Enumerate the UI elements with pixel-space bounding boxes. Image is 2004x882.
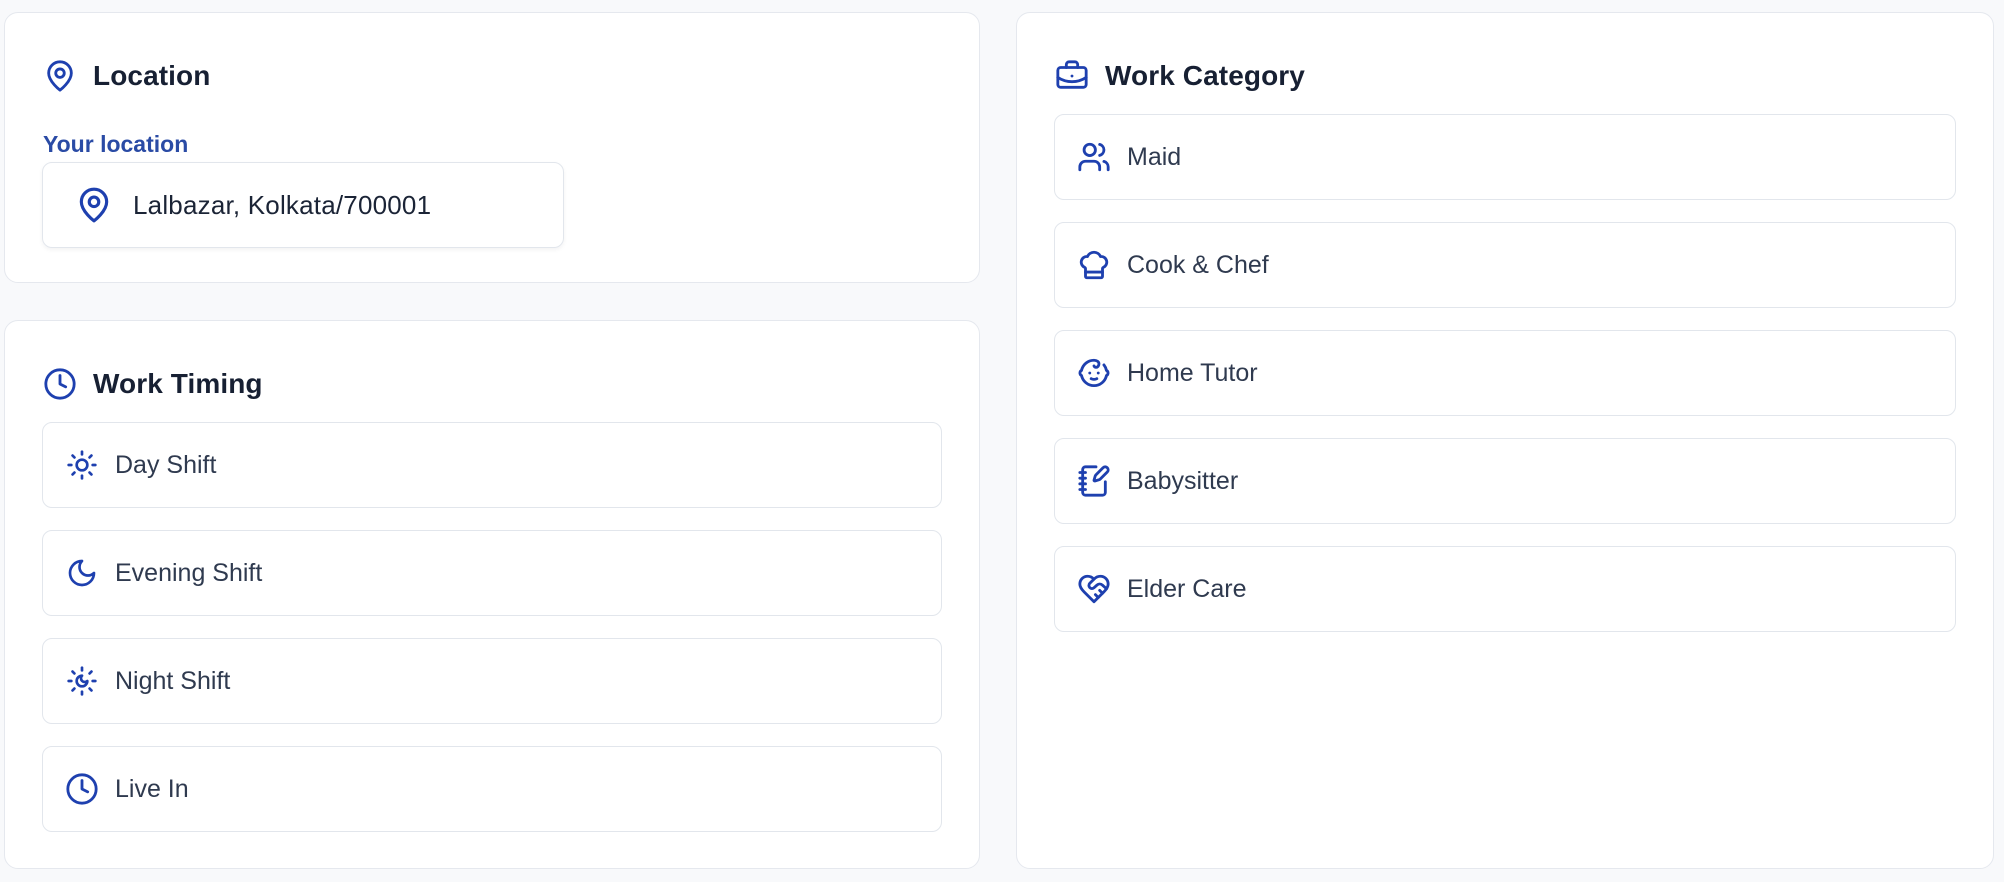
location-card: Location Your location Lalbazar, Kolkata… xyxy=(4,12,980,283)
option-label: Home Tutor xyxy=(1127,358,1258,387)
option-cook-chef[interactable]: Cook & Chef xyxy=(1054,222,1956,308)
option-home-tutor[interactable]: Home Tutor xyxy=(1054,330,1956,416)
option-evening-shift[interactable]: Evening Shift xyxy=(42,530,942,616)
option-label: Maid xyxy=(1127,142,1182,171)
map-pin-icon xyxy=(43,59,77,93)
option-label: Babysitter xyxy=(1127,466,1239,495)
option-label: Cook & Chef xyxy=(1127,250,1269,279)
work-timing-card: Work Timing Day Shift Evening Shift Nigh… xyxy=(4,320,980,869)
chef-hat-icon xyxy=(1077,248,1111,282)
baby-icon xyxy=(1077,356,1111,390)
notebook-pen-icon xyxy=(1077,464,1111,498)
option-live-in[interactable]: Live In xyxy=(42,746,942,832)
heart-handshake-icon xyxy=(1077,572,1111,606)
work-timing-options: Day Shift Evening Shift Night Shift Live… xyxy=(42,422,942,854)
option-day-shift[interactable]: Day Shift xyxy=(42,422,942,508)
option-elder-care[interactable]: Elder Care xyxy=(1054,546,1956,632)
option-babysitter[interactable]: Babysitter xyxy=(1054,438,1956,524)
option-label: Live In xyxy=(115,774,189,803)
clock-icon xyxy=(65,772,99,806)
briefcase-icon xyxy=(1055,59,1089,93)
option-night-shift[interactable]: Night Shift xyxy=(42,638,942,724)
location-value: Lalbazar, Kolkata/700001 xyxy=(133,189,432,220)
option-label: Day Shift xyxy=(115,450,217,479)
work-timing-title: Work Timing xyxy=(93,368,263,399)
option-label: Evening Shift xyxy=(115,558,263,587)
work-timing-header: Work Timing xyxy=(43,361,263,407)
sun-moon-icon xyxy=(65,664,99,698)
map-pin-icon xyxy=(75,184,113,226)
work-category-header: Work Category xyxy=(1055,53,1305,99)
work-category-title: Work Category xyxy=(1105,60,1305,91)
location-title: Location xyxy=(93,60,211,91)
users-icon xyxy=(1077,140,1111,174)
clock-icon xyxy=(43,367,77,401)
location-field[interactable]: Lalbazar, Kolkata/700001 xyxy=(42,162,564,248)
work-category-options: Maid Cook & Chef Home Tutor Babysitter E… xyxy=(1054,114,1956,654)
option-maid[interactable]: Maid xyxy=(1054,114,1956,200)
moon-icon xyxy=(65,556,99,590)
option-label: Elder Care xyxy=(1127,574,1247,603)
option-label: Night Shift xyxy=(115,666,231,695)
sun-icon xyxy=(65,448,99,482)
location-field-label: Your location xyxy=(43,131,189,157)
work-category-card: Work Category Maid Cook & Chef Home Tuto… xyxy=(1016,12,1994,869)
location-header: Location xyxy=(43,53,210,99)
